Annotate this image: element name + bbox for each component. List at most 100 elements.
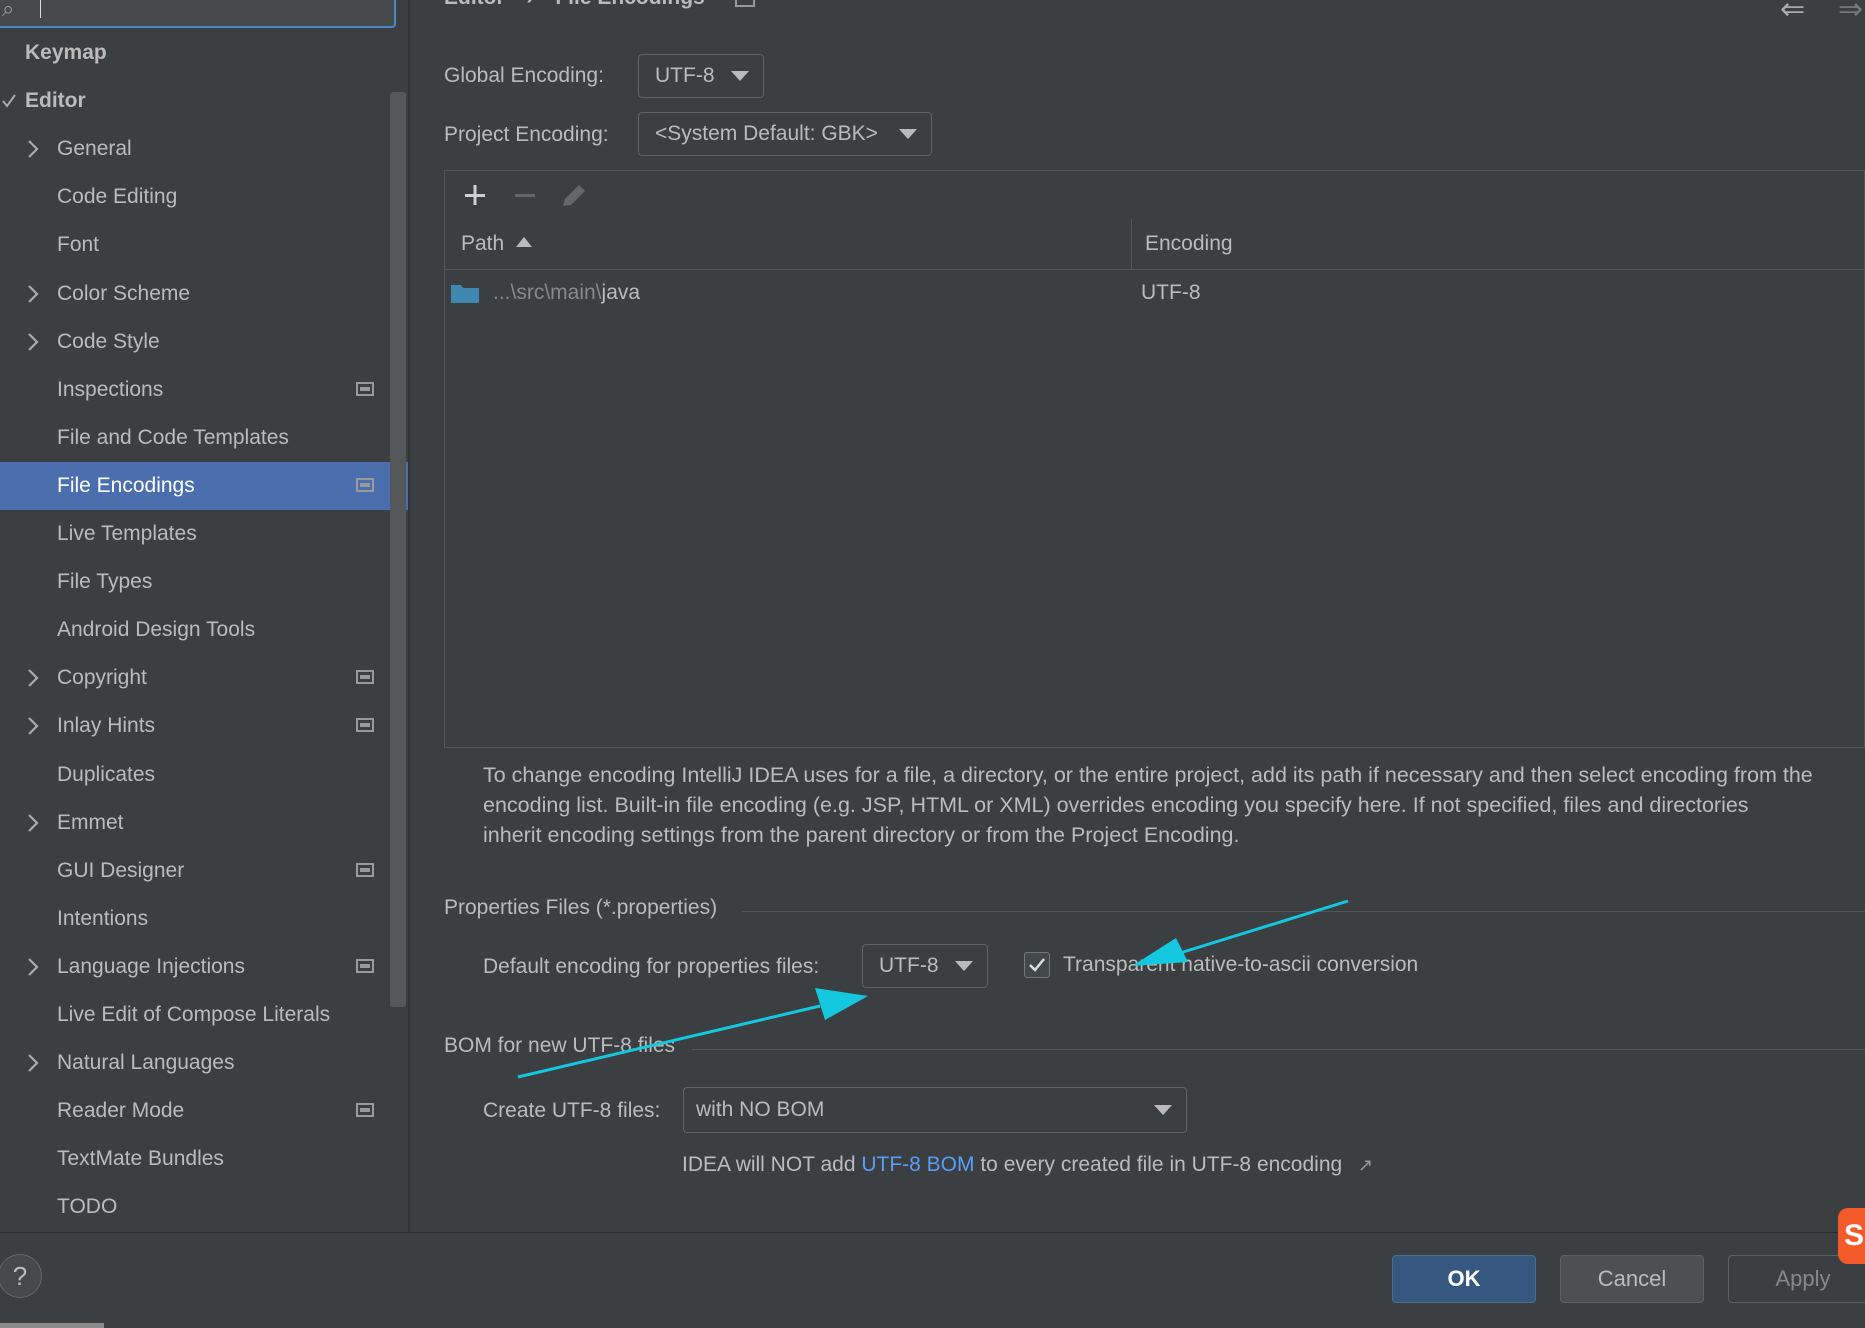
chevron-down-icon [955, 961, 973, 971]
project-scope-icon [356, 958, 374, 973]
folder-icon [451, 285, 479, 303]
utf8-bom-link[interactable]: UTF-8 BOM [861, 1153, 974, 1176]
sidebar-item-keymap[interactable]: Keymap [0, 29, 408, 77]
sort-ascending-icon [516, 237, 533, 248]
sidebar-item-label: Android Design Tools [57, 618, 256, 642]
global-encoding-combo[interactable]: UTF-8 [638, 54, 764, 98]
cancel-button[interactable]: Cancel [1560, 1255, 1704, 1303]
external-link-icon[interactable]: ↗ [1358, 1155, 1373, 1175]
sidebar-item-live-templates[interactable]: Live Templates [0, 510, 408, 558]
project-scope-icon [356, 670, 374, 685]
settings-sidebar: ⌕ Keymap Editor General Code Editing Font Col… [0, 0, 408, 1232]
sidebar-item-natural-languages[interactable]: Natural Languages [0, 1039, 408, 1087]
project-encoding-label: Project Encoding: [444, 123, 609, 146]
project-encoding-combo[interactable]: <System Default: GBK> [638, 112, 932, 156]
dialog-button-bar: ? OK Cancel Apply [0, 1232, 1865, 1328]
project-scope-icon [734, 0, 755, 8]
sidebar-item-file-and-code-templates[interactable]: File and Code Templates [0, 414, 408, 462]
text-caret [40, 0, 41, 18]
file-encodings-panel: Editor › File Encodings ⇐ ⇒ Global Encod… [410, 0, 1865, 1232]
sidebar-item-intentions[interactable]: Intentions [0, 895, 408, 943]
sidebar-item-duplicates[interactable]: Duplicates [0, 751, 408, 799]
ok-button[interactable]: OK [1392, 1255, 1536, 1303]
sidebar-item-inlay-hints[interactable]: Inlay Hints [0, 702, 408, 750]
settings-search-input[interactable]: ⌕ [0, 0, 396, 28]
global-encoding-label: Global Encoding: [444, 64, 604, 87]
table-row[interactable]: ...\src\main\java UTF-8 [445, 269, 1864, 317]
plus-icon [465, 185, 485, 205]
sidebar-item-code-style[interactable]: Code Style [0, 318, 408, 366]
sidebar-item-label: File Types [57, 570, 153, 594]
create-utf8-value: with NO BOM [696, 1098, 825, 1121]
properties-section-title: Properties Files (*.properties) [444, 896, 718, 919]
row-path: ...\src\main\java [493, 281, 641, 304]
sidebar-item-inspections[interactable]: Inspections [0, 366, 408, 414]
sidebar-item-font[interactable]: Font [0, 221, 408, 269]
sidebar-item-live-edit-of-compose-literals[interactable]: Live Edit of Compose Literals [0, 991, 408, 1039]
sidebar-item-general[interactable]: General [0, 125, 408, 173]
add-button[interactable] [457, 179, 491, 211]
table-toolbar [445, 171, 1864, 220]
sidebar-item-gui-designer[interactable]: GUI Designer [0, 847, 408, 895]
sidebar-scrollbar[interactable] [390, 92, 406, 1007]
chevron-right-icon[interactable] [24, 702, 46, 750]
forward-arrow-icon[interactable]: ⇒ [1838, 0, 1863, 27]
sidebar-item-label: Font [57, 233, 100, 257]
properties-encoding-combo[interactable]: UTF-8 [862, 944, 988, 988]
create-utf8-combo[interactable]: with NO BOM [683, 1087, 1187, 1133]
sidebar-item-label: General [57, 137, 132, 161]
sidebar-item-label: Language Injections [57, 954, 245, 978]
expanded-check-icon[interactable] [0, 77, 22, 125]
transparent-conversion-checkbox[interactable] [1024, 952, 1050, 978]
breadcrumb-parent[interactable]: Editor [444, 0, 505, 9]
transparent-conversion-label[interactable]: Transparent native-to-ascii conversion [1063, 953, 1418, 977]
project-encoding-value: <System Default: GBK> [655, 122, 878, 145]
sidebar-item-label: Reader Mode [57, 1099, 185, 1123]
sidebar-item-label: Code Editing [57, 185, 178, 209]
sidebar-item-label: TODO [57, 1195, 118, 1219]
sidebar-item-label: Copyright [57, 666, 147, 690]
sidebar-item-code-editing[interactable]: Code Editing [0, 173, 408, 221]
search-icon: ⌕ [2, 0, 15, 21]
breadcrumb: Editor › File Encodings [444, 0, 755, 10]
sidebar-item-label: Inlay Hints [57, 714, 156, 738]
sidebar-item-editor[interactable]: Editor [0, 77, 408, 125]
sidebar-item-label: Keymap [25, 41, 107, 64]
sidebar-item-label: Live Edit of Compose Literals [57, 1003, 331, 1026]
chevron-right-icon[interactable] [24, 943, 46, 991]
chevron-down-icon [1154, 1105, 1172, 1115]
status-strip [0, 1323, 104, 1328]
edit-button[interactable] [557, 179, 591, 211]
sidebar-item-file-types[interactable]: File Types [0, 558, 408, 606]
sidebar-item-todo[interactable]: TODO [0, 1183, 408, 1231]
chevron-right-icon[interactable] [24, 1039, 46, 1087]
chevron-right-icon[interactable] [24, 318, 46, 366]
chevron-right-icon[interactable] [24, 270, 46, 318]
path-column-header[interactable]: Path [461, 219, 533, 269]
overlay-badge: S [1838, 1208, 1865, 1264]
sidebar-item-textmate-bundles[interactable]: TextMate Bundles [0, 1135, 408, 1183]
sidebar-item-label: GUI Designer [57, 858, 185, 882]
back-arrow-icon[interactable]: ⇐ [1780, 0, 1805, 27]
sidebar-item-android-design-tools[interactable]: Android Design Tools [0, 606, 408, 654]
help-button[interactable]: ? [0, 1254, 42, 1298]
sidebar-item-reader-mode[interactable]: Reader Mode [0, 1087, 408, 1135]
sidebar-item-label: Inspections [57, 377, 164, 401]
chevron-right-icon[interactable] [24, 799, 46, 847]
pencil-icon [563, 185, 585, 206]
encoding-column-header[interactable]: Encoding [1145, 219, 1233, 269]
sidebar-item-copyright[interactable]: Copyright [0, 654, 408, 702]
help-description: To change encoding IntelliJ IDEA uses fo… [483, 763, 1813, 847]
chevron-right-icon[interactable] [24, 654, 46, 702]
sidebar-item-file-encodings[interactable]: File Encodings [0, 461, 408, 510]
project-scope-icon [356, 381, 374, 396]
row-encoding[interactable]: UTF-8 [1141, 269, 1201, 317]
chevron-right-icon[interactable] [24, 125, 46, 173]
sidebar-item-label: TextMate Bundles [57, 1147, 224, 1171]
default-encoding-label: Default encoding for properties files: [483, 955, 820, 978]
sidebar-item-color-scheme[interactable]: Color Scheme [0, 270, 408, 318]
remove-button[interactable] [507, 179, 541, 211]
sidebar-item-label: Color Scheme [57, 281, 191, 305]
sidebar-item-emmet[interactable]: Emmet [0, 799, 408, 847]
sidebar-item-language-injections[interactable]: Language Injections [0, 943, 408, 991]
